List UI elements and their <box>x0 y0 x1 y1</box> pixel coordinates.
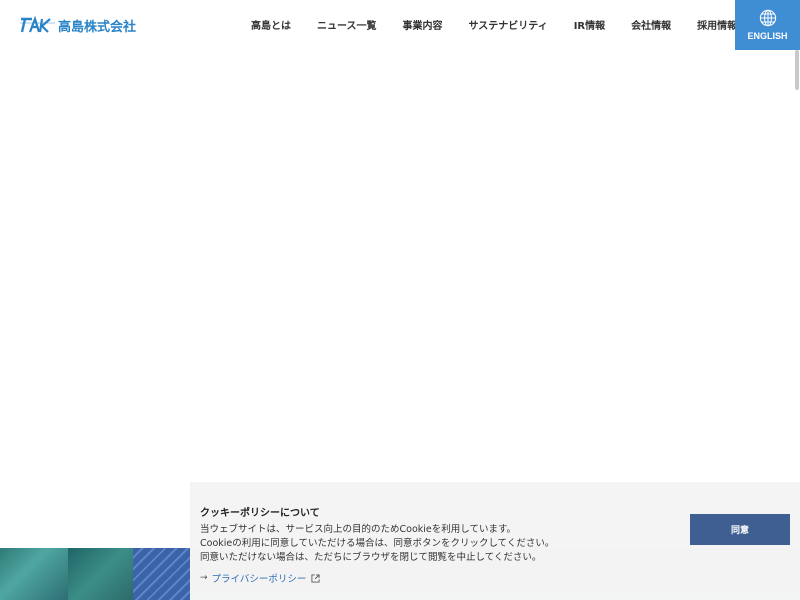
nav-item-ir[interactable]: IR情報 <box>574 17 605 32</box>
external-link-icon <box>311 573 320 583</box>
nav-item-news[interactable]: ニュース一覧 <box>317 17 377 32</box>
cookie-line: 当ウェブサイトは、サービス向上の目的のためCookieを利用しています。 <box>200 524 517 535</box>
main-nav: 高島とは ニュース一覧 事業内容 サステナビリティ IR情報 会社情報 採用情報 <box>251 17 737 32</box>
tak-logo-icon <box>20 15 55 33</box>
english-button[interactable]: ENGLISH <box>735 0 800 50</box>
privacy-policy-link[interactable]: → プライバシーポリシー <box>200 571 320 585</box>
site-header: 高島株式会社 高島とは ニュース一覧 事業内容 サステナビリティ IR情報 会社… <box>0 0 800 50</box>
logo-text: 高島株式会社 <box>58 19 137 35</box>
nav-item-business[interactable]: 事業内容 <box>403 17 443 32</box>
nav-item-company[interactable]: 会社情報 <box>631 17 671 32</box>
cookie-line: Cookieの利用に同意していただける場合は、同意ボタンをクリックしてください。 <box>200 538 555 549</box>
nav-item-recruit[interactable]: 採用情報 <box>697 17 737 32</box>
nav-item-about[interactable]: 高島とは <box>251 17 291 32</box>
hero-image-circuit <box>0 548 68 600</box>
nav-item-sustainability[interactable]: サステナビリティ <box>469 17 548 32</box>
cookie-line: 同意いただけない場合は、ただちにブラウザを閉じて閲覧を中止してください。 <box>200 552 542 563</box>
globe-icon <box>759 9 776 27</box>
cookie-banner: クッキーポリシーについて 当ウェブサイトは、サービス向上の目的のためCookie… <box>190 482 800 600</box>
cookie-text: 当ウェブサイトは、サービス向上の目的のためCookieを利用しています。 Coo… <box>200 523 554 565</box>
arrow-right-icon: → <box>200 573 208 583</box>
site-logo[interactable]: 高島株式会社 <box>20 15 136 35</box>
privacy-policy-label[interactable]: プライバシーポリシー <box>212 571 307 585</box>
cookie-title: クッキーポリシーについて <box>200 508 320 519</box>
hero-image-solar-panel <box>133 548 190 600</box>
hero-image-circuit-2 <box>68 548 133 600</box>
scrollbar-thumb[interactable] <box>795 50 799 90</box>
english-label: ENGLISH <box>747 31 788 41</box>
agree-button[interactable]: 同意 <box>690 514 790 545</box>
